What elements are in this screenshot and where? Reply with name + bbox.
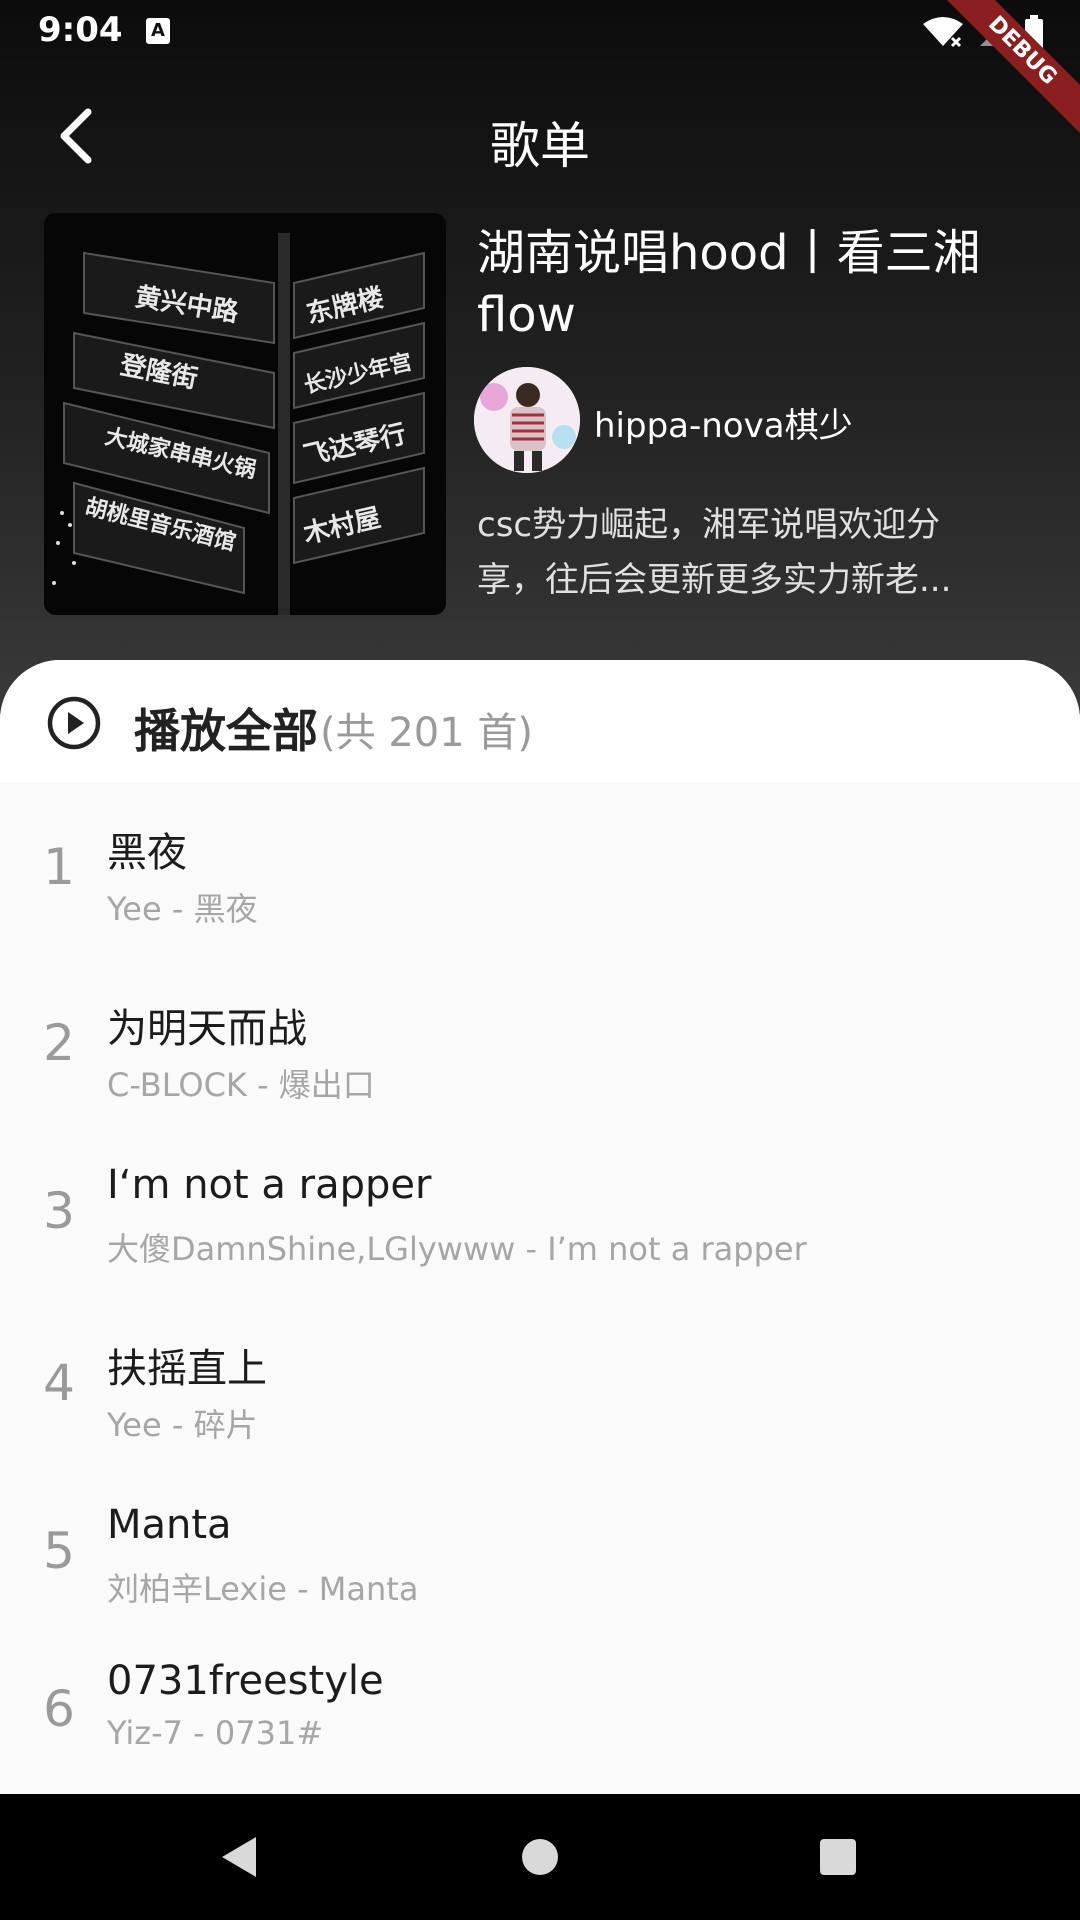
song-title: 为明天而战 <box>107 1006 307 1052</box>
song-row[interactable]: 3 I‘m not a rapper 大傻DamnShine,LGlywww -… <box>0 1144 1080 1304</box>
playlist-cover-image[interactable]: 黄兴中路 登隆街 大城家串串火锅 胡桃里音乐酒馆 东牌楼 长沙少年宫 飞达琴行 … <box>44 213 446 615</box>
nav-back-icon <box>222 1837 256 1877</box>
status-bar: 9:04 A DEBUG <box>0 0 1080 141</box>
song-row[interactable]: 6 0731freestyle Yiz-7 - 0731# <box>0 1644 1080 1794</box>
song-subtitle: Yee - 黑夜 <box>107 890 258 928</box>
nav-home-icon <box>522 1839 558 1875</box>
play-all-label: 播放全部 <box>134 704 318 758</box>
song-index: 1 <box>43 838 75 896</box>
street-sign-cover-art: 黄兴中路 登隆街 大城家串串火锅 胡桃里音乐酒馆 东牌楼 长沙少年宫 飞达琴行 … <box>44 213 446 615</box>
creator-avatar[interactable] <box>474 367 580 473</box>
song-count: (共 201 首) <box>320 710 533 756</box>
song-title: 扶摇直上 <box>107 1346 267 1392</box>
song-list-sheet: 播放全部 (共 201 首) 1 黑夜 Yee - 黑夜 2 为明天而战 C-B… <box>0 660 1080 1794</box>
system-navigation-bar <box>0 1794 1080 1920</box>
song-subtitle: 刘柏辛Lexie - Manta <box>107 1570 419 1608</box>
song-index: 6 <box>43 1680 75 1738</box>
song-subtitle: Yee - 碎片 <box>107 1406 258 1444</box>
song-index: 5 <box>43 1522 75 1580</box>
song-subtitle: C-BLOCK - 爆出口 <box>107 1066 375 1104</box>
play-all-button[interactable]: 播放全部 (共 201 首) <box>0 660 1080 782</box>
nav-recents-icon <box>820 1839 856 1875</box>
creator-avatar-image <box>474 367 580 473</box>
song-title: 黑夜 <box>107 830 187 876</box>
accessibility-notification-icon: A <box>146 18 170 44</box>
playlist-title: 湖南说唱hood丨看三湘flow <box>477 225 981 343</box>
song-title: Manta <box>107 1502 232 1548</box>
status-time: 9:04 <box>38 10 123 50</box>
nav-home-button[interactable] <box>510 1827 570 1887</box>
song-index: 4 <box>43 1354 75 1412</box>
song-index: 3 <box>43 1182 75 1240</box>
song-row[interactable]: 2 为明天而战 C-BLOCK - 爆出口 <box>0 976 1080 1136</box>
song-row[interactable]: 4 扶摇直上 Yee - 碎片 <box>0 1316 1080 1476</box>
page-title: 歌单 <box>490 117 590 175</box>
creator-name[interactable]: hippa-nova棋少 <box>594 398 853 447</box>
song-row[interactable]: 5 Manta 刘柏辛Lexie - Manta <box>0 1484 1080 1644</box>
nav-recents-button[interactable] <box>808 1827 868 1887</box>
song-row[interactable]: 1 黑夜 Yee - 黑夜 <box>0 800 1080 960</box>
playlist-description[interactable]: csc势力崛起，湘军说唱欢迎分享，往后会更新更多实力新老... <box>477 498 997 608</box>
play-circle-icon <box>47 696 101 750</box>
wifi-icon <box>923 17 963 48</box>
song-title: I‘m not a rapper <box>107 1162 432 1208</box>
song-subtitle: Yiz-7 - 0731# <box>107 1714 324 1752</box>
song-index: 2 <box>43 1014 75 1072</box>
nav-back-button[interactable] <box>208 1827 268 1887</box>
song-subtitle: 大傻DamnShine,LGlywww - I’m not a rapper <box>107 1230 807 1268</box>
song-title: 0731freestyle <box>107 1658 384 1704</box>
